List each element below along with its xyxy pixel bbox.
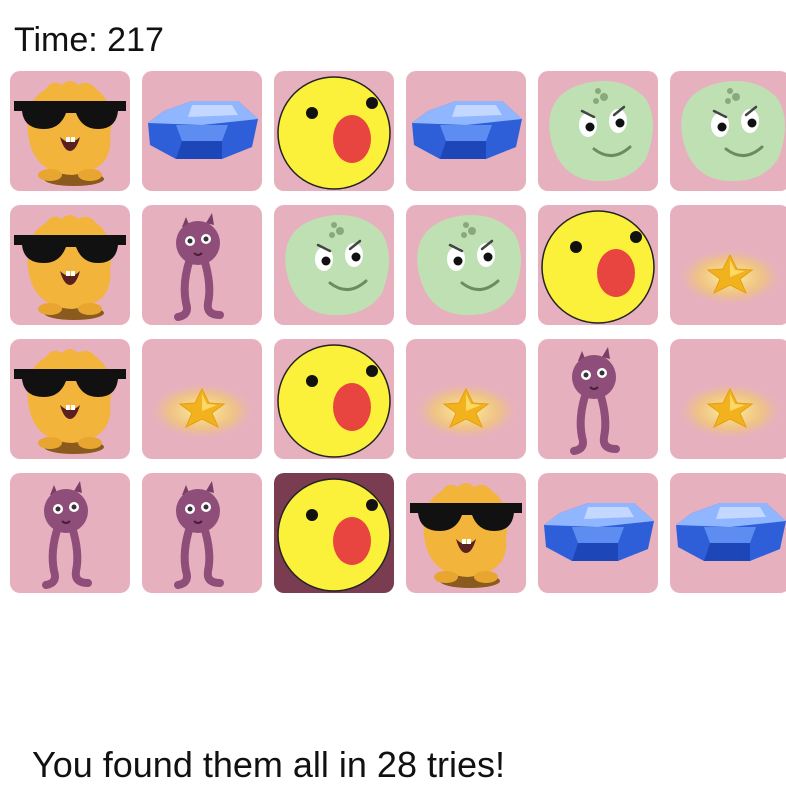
purple-squid-icon: [174, 481, 224, 589]
gold-star-icon: [674, 247, 786, 307]
card-tile[interactable]: [538, 71, 658, 191]
monster-sunglasses-icon: [14, 215, 126, 320]
monster-sunglasses-icon: [410, 483, 522, 588]
blue-gem-icon: [412, 101, 522, 159]
gold-star-icon: [410, 381, 522, 441]
card-tile[interactable]: [142, 205, 262, 325]
card-tile[interactable]: [10, 71, 130, 191]
yellow-surprised-face-icon: [277, 344, 391, 458]
monster-sunglasses-icon: [14, 81, 126, 186]
card-tile[interactable]: [274, 205, 394, 325]
card-tile[interactable]: [142, 473, 262, 593]
timer-label: Time: 217: [14, 21, 164, 59]
card-tile[interactable]: [670, 71, 786, 191]
card-tile[interactable]: [670, 339, 786, 459]
game-stage: Time: 217 You found them all in 28 tries…: [0, 0, 786, 790]
yellow-surprised-face-icon: [541, 210, 655, 324]
card-tile[interactable]: [670, 205, 786, 325]
purple-squid-icon: [42, 481, 92, 589]
card-tile[interactable]: [538, 205, 658, 325]
card-tile[interactable]: [142, 339, 262, 459]
card-tile[interactable]: [10, 339, 130, 459]
card-tile[interactable]: [10, 205, 130, 325]
card-grid: [10, 71, 786, 593]
green-blob-icon: [417, 215, 521, 316]
card-tile[interactable]: [274, 339, 394, 459]
card-tile[interactable]: [274, 71, 394, 191]
win-message: You found them all in 28 tries!: [32, 744, 505, 785]
card-tile[interactable]: [406, 339, 526, 459]
blue-gem-icon: [676, 503, 786, 561]
card-tile[interactable]: [142, 71, 262, 191]
yellow-surprised-face-icon: [277, 478, 391, 592]
green-blob-icon: [285, 215, 389, 316]
card-tile[interactable]: [406, 473, 526, 593]
card-tile[interactable]: [406, 205, 526, 325]
gold-star-icon: [146, 381, 258, 441]
card-tile[interactable]: [538, 473, 658, 593]
card-tile[interactable]: [274, 473, 394, 593]
gold-star-icon: [674, 381, 786, 441]
green-blob-icon: [681, 81, 785, 182]
yellow-surprised-face-icon: [277, 76, 391, 190]
card-tile[interactable]: [406, 71, 526, 191]
card-tile[interactable]: [538, 339, 658, 459]
card-tile[interactable]: [670, 473, 786, 593]
card-tile[interactable]: [10, 473, 130, 593]
purple-squid-icon: [174, 213, 224, 321]
monster-sunglasses-icon: [14, 349, 126, 454]
purple-squid-icon: [570, 347, 620, 455]
blue-gem-icon: [544, 503, 654, 561]
blue-gem-icon: [148, 101, 258, 159]
green-blob-icon: [549, 81, 653, 182]
